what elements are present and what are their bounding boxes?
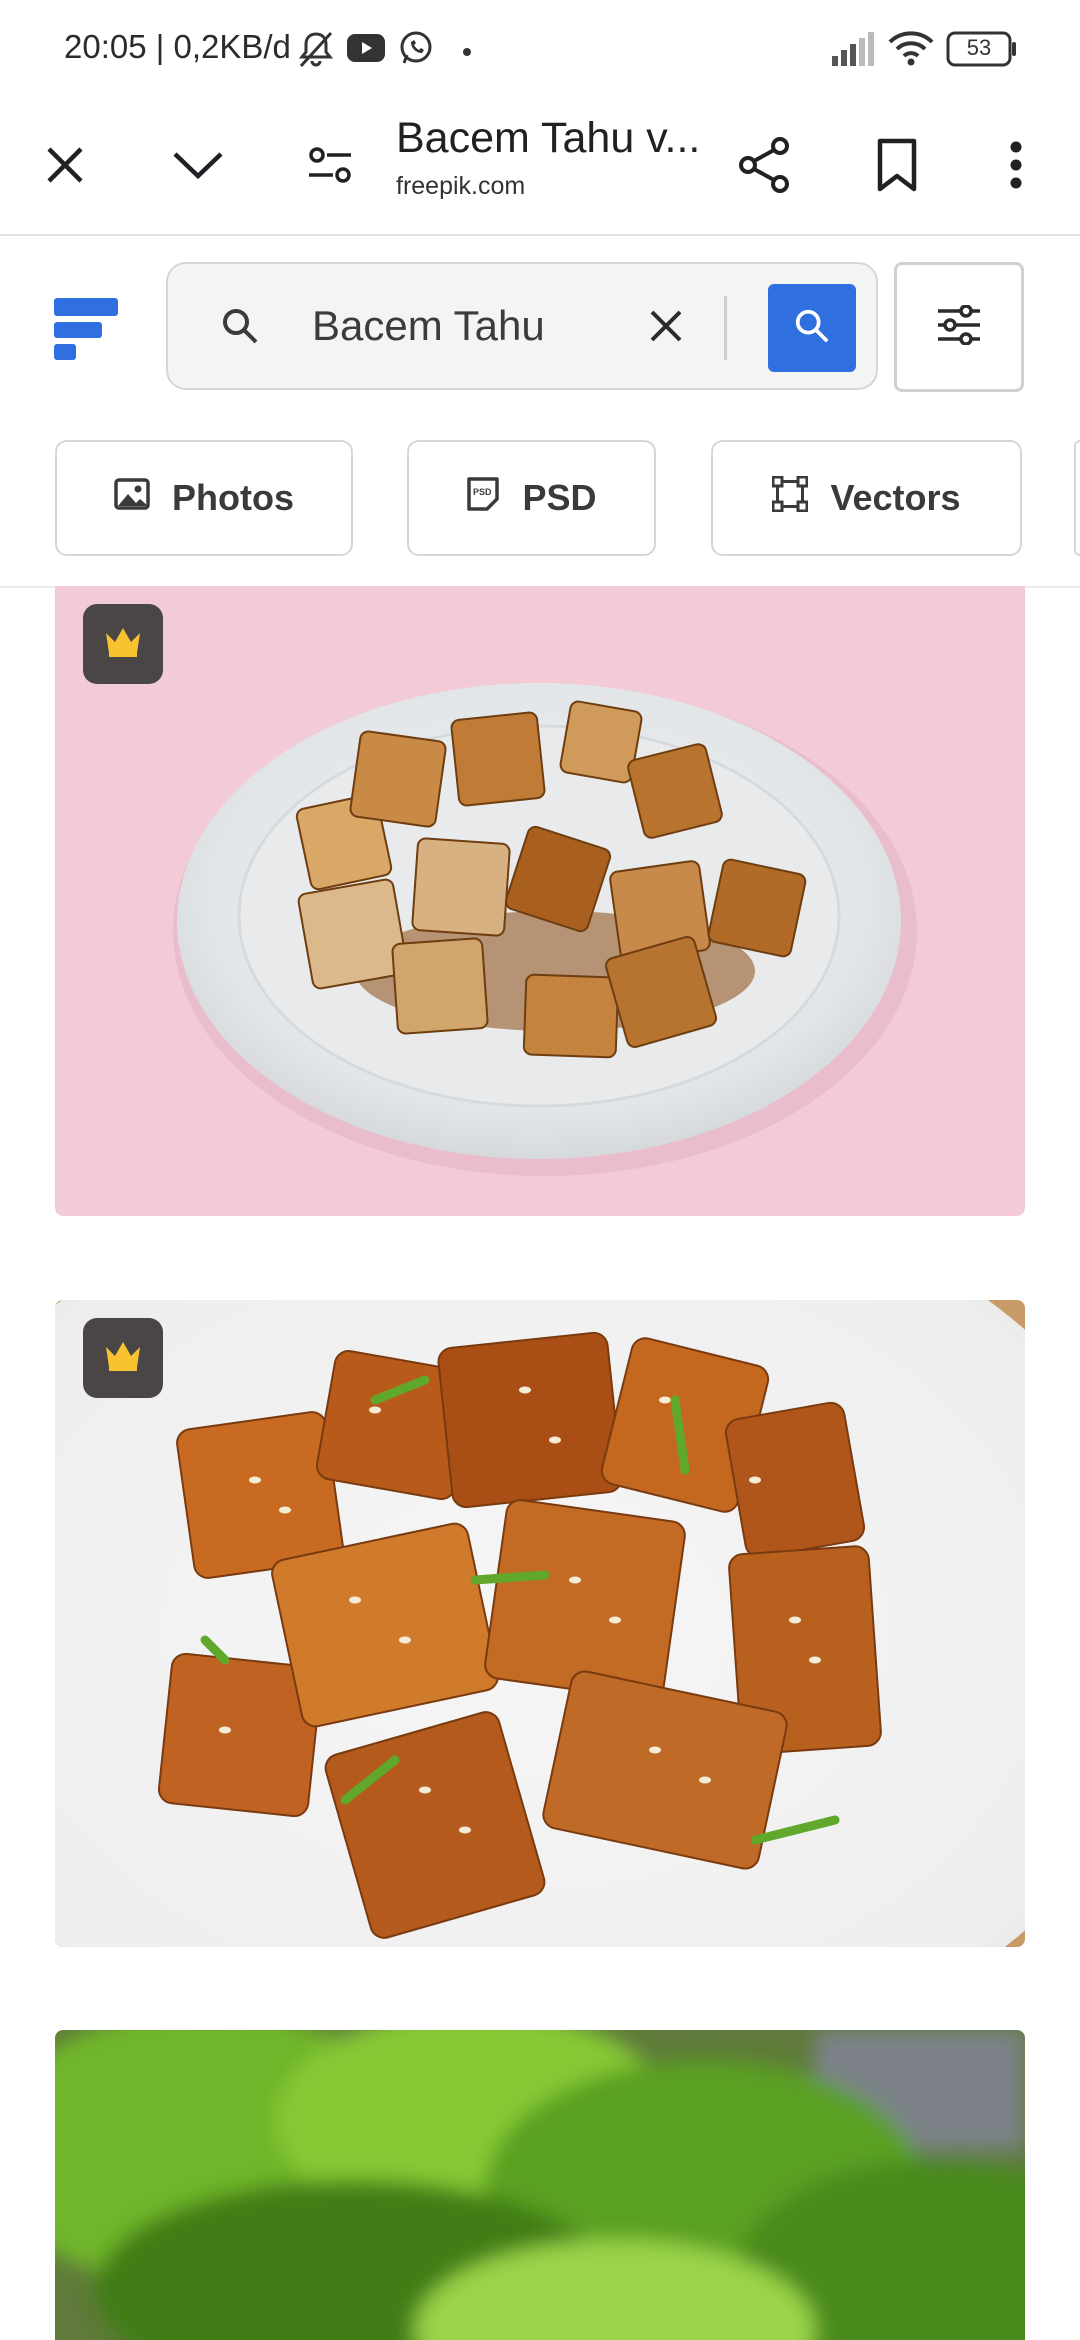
wifi-icon	[888, 30, 934, 71]
crown-icon	[103, 625, 143, 664]
battery-level: 53	[966, 35, 992, 60]
site-header: Photos PSD PSD Vectors	[0, 236, 1080, 588]
result-card-tofu-plate-pink[interactable]	[55, 586, 1025, 1216]
status-time: 20:05 | 0,2KB/d	[64, 28, 291, 65]
chip-label: PSD	[522, 477, 597, 518]
signal-icon	[830, 32, 874, 71]
premium-badge	[83, 604, 163, 684]
status-bar: 20:05 | 0,2KB/d 53	[0, 0, 1080, 100]
share-button[interactable]	[730, 132, 800, 202]
svg-text:PSD: PSD	[473, 487, 492, 497]
dot-icon	[462, 44, 472, 62]
share-icon	[738, 136, 792, 199]
chip-psd[interactable]: PSD PSD	[407, 440, 656, 556]
close-icon	[43, 143, 87, 192]
chip-label: Vectors	[830, 477, 961, 518]
bookmark-icon	[877, 138, 917, 197]
bookmark-button[interactable]	[862, 132, 932, 202]
chip-vectors[interactable]: Vectors	[711, 440, 1022, 556]
psd-icon: PSD	[466, 476, 500, 521]
whatsapp-icon	[398, 30, 434, 71]
search-divider	[724, 296, 727, 360]
custom-tab-toolbar: Bacem Tahu v... freepik.com	[0, 100, 1080, 237]
youtube-icon	[347, 34, 385, 67]
page-settings-button[interactable]	[295, 132, 365, 202]
search-box	[166, 262, 878, 390]
more-options-button[interactable]	[981, 132, 1051, 202]
glazed-tofu-photo	[55, 1300, 1025, 1947]
sliders-icon	[936, 303, 982, 350]
chip-label: Photos	[172, 477, 294, 518]
filters-button[interactable]	[894, 262, 1024, 392]
minimize-tab-button[interactable]	[163, 132, 233, 202]
chevron-down-icon	[172, 150, 224, 185]
chip-next-partial[interactable]	[1074, 440, 1080, 556]
premium-badge	[83, 1318, 163, 1398]
more-vert-icon	[1009, 141, 1023, 194]
tofu-plate-photo	[55, 586, 1025, 1216]
clear-search-button[interactable]	[638, 300, 694, 356]
lettuce-photo	[55, 2030, 1025, 2340]
crown-icon	[103, 1339, 143, 1378]
search-icon	[793, 307, 831, 350]
result-card-lettuce[interactable]	[55, 2030, 1025, 2340]
search-input[interactable]	[312, 294, 612, 358]
freepik-logo[interactable]	[54, 298, 118, 360]
mute-icon	[298, 30, 334, 75]
page-url: freepik.com	[396, 172, 526, 200]
page-settings-icon	[307, 145, 353, 190]
search-icon	[220, 306, 260, 351]
result-card-glazed-tofu[interactable]	[55, 1300, 1025, 1947]
image-icon	[114, 477, 150, 519]
close-tab-button[interactable]	[30, 132, 100, 202]
page-title: Bacem Tahu v...	[396, 114, 701, 162]
close-icon	[648, 308, 684, 349]
search-submit-button[interactable]	[768, 284, 856, 372]
chip-photos[interactable]: Photos	[55, 440, 353, 556]
vector-icon	[771, 475, 809, 521]
